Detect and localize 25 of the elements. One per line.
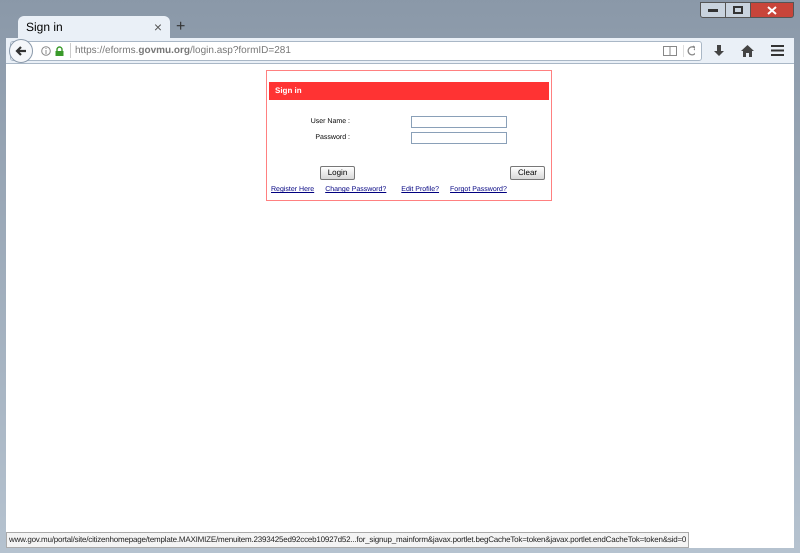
maximize-button[interactable] [726,2,750,18]
password-field[interactable] [411,132,507,144]
username-field[interactable] [411,116,507,128]
browser-tab[interactable]: Sign in × [18,16,170,38]
reader-view-icon[interactable] [663,46,677,56]
reload-icon[interactable] [683,44,695,56]
maximize-icon [733,6,743,14]
panel-header: Sign in [269,82,549,100]
clear-button[interactable]: Clear [510,166,545,180]
download-icon[interactable] [713,44,725,56]
status-bar: www.gov.mu/portal/site/citizenhomepage/template.MAXIMIZE/menuitem.2393425ed92cceb10927d52...for_signup_mainform&javax.portlet.begCacheTok=token&javax.portlet.endCacheTok=token&sid=0 [6,532,690,548]
new-tab-button[interactable]: + [176,17,186,37]
close-window-button[interactable] [750,2,794,18]
lock-icon[interactable] [55,46,64,56]
login-button[interactable]: Login [320,166,355,180]
home-icon[interactable] [741,44,754,56]
back-arrow-icon [15,46,27,56]
close-icon [767,6,777,14]
back-button[interactable] [9,38,33,62]
info-icon[interactable] [41,46,51,56]
minimize-icon [708,8,718,12]
minimize-button[interactable] [700,2,726,18]
close-tab-button[interactable]: × [154,16,162,38]
menu-icon[interactable] [771,45,784,56]
tab-title: Sign in [26,19,63,36]
